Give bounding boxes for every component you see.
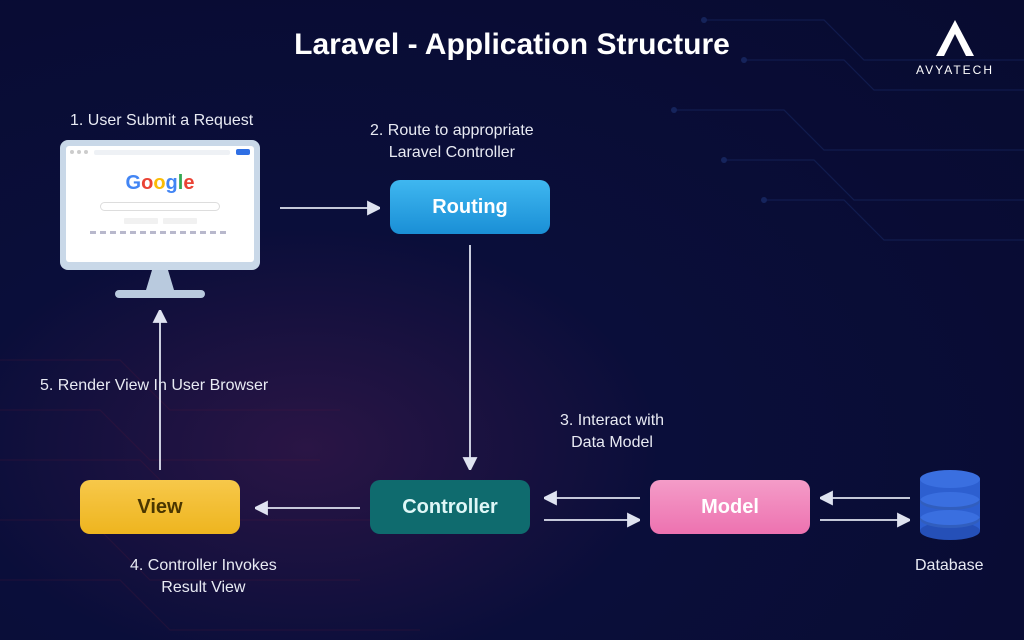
brand-mark-icon xyxy=(932,18,978,58)
search-engine-logo: Google xyxy=(126,172,195,195)
brand-name: AVYATECH xyxy=(916,63,994,77)
step-2-label: 2. Route to appropriate Laravel Controll… xyxy=(370,120,534,163)
diagram-title: Laravel - Application Structure xyxy=(0,28,1024,62)
footer-links xyxy=(90,231,230,234)
search-buttons xyxy=(124,218,197,224)
arrow-view-to-browser xyxy=(150,310,170,470)
user-browser-monitor: Google xyxy=(60,140,260,298)
database-label: Database xyxy=(915,555,984,577)
arrow-db-to-model xyxy=(820,490,910,506)
search-bar xyxy=(100,202,220,211)
step-3-label: 3. Interact with Data Model xyxy=(560,410,664,453)
step-1-label: 1. User Submit a Request xyxy=(70,110,253,132)
arrow-request-to-routing xyxy=(280,198,380,218)
view-node: View xyxy=(80,480,240,534)
browser-chrome-bar xyxy=(66,146,254,158)
model-node: Model xyxy=(650,480,810,534)
arrow-model-to-controller xyxy=(544,490,640,506)
arrow-routing-to-controller xyxy=(460,245,480,470)
database-icon xyxy=(920,470,980,540)
routing-node: Routing xyxy=(390,180,550,234)
step-4-label: 4. Controller Invokes Result View xyxy=(130,555,277,598)
arrow-controller-to-view xyxy=(255,498,360,518)
arrow-model-to-db xyxy=(820,512,910,528)
brand-logo: AVYATECH xyxy=(916,18,994,77)
controller-node: Controller xyxy=(370,480,530,534)
arrow-controller-to-model xyxy=(544,512,640,528)
